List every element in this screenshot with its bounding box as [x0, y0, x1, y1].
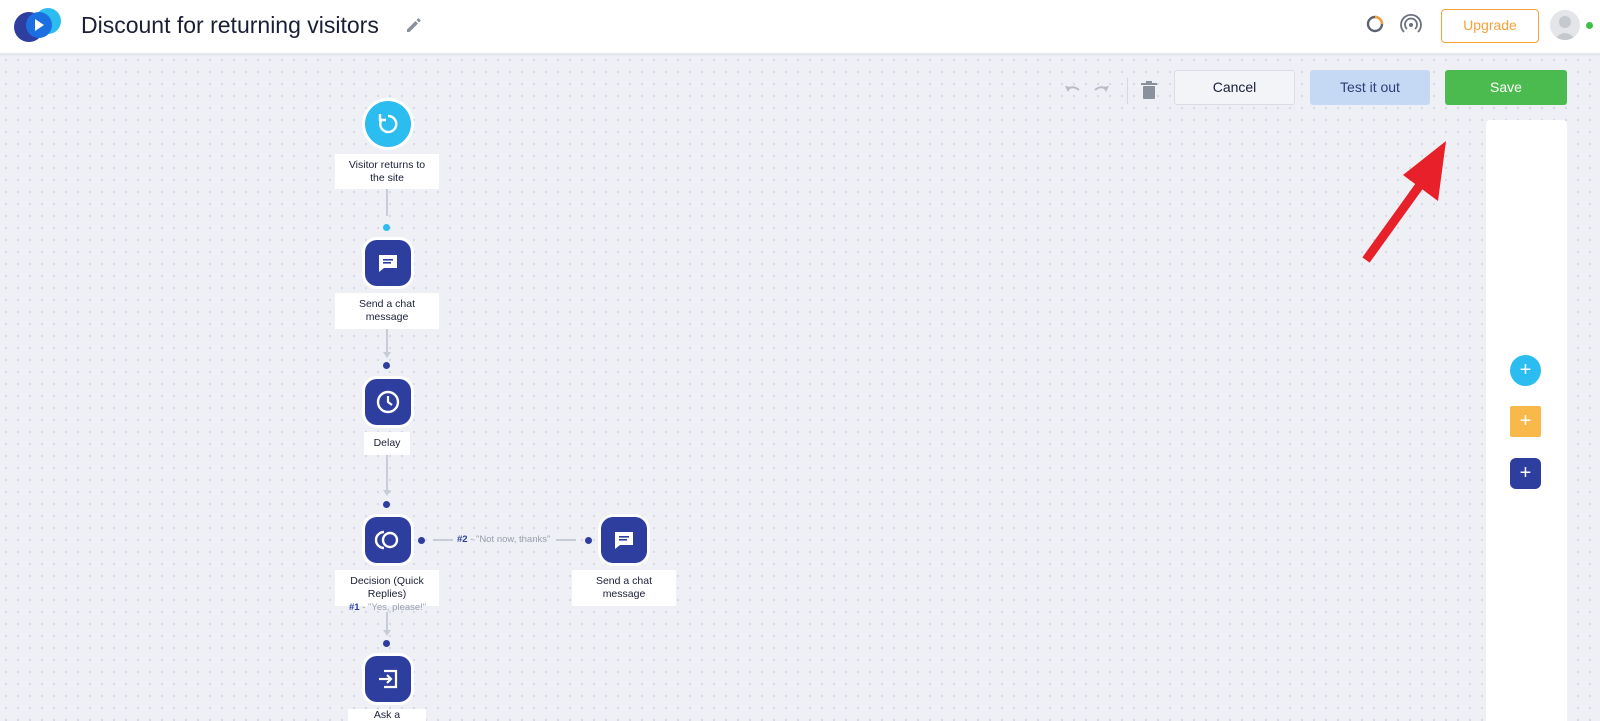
app-logo[interactable] — [12, 5, 66, 45]
add-action-button[interactable]: + — [1510, 458, 1541, 489]
node-label: Delay — [364, 432, 410, 455]
undo-icon[interactable] — [1062, 80, 1084, 102]
chat-icon — [379, 255, 397, 272]
flow-node-chat-branch[interactable] — [601, 517, 647, 563]
flow-node-ask-question[interactable] — [365, 656, 411, 702]
ask-question-icon — [379, 669, 398, 689]
chat-icon — [615, 532, 633, 549]
node-label: Send a chat message — [572, 570, 676, 606]
page-title: Discount for returning visitors — [81, 12, 379, 38]
decision-icon — [374, 530, 399, 550]
test-it-out-button[interactable]: Test it out — [1310, 70, 1430, 105]
connector-dot[interactable] — [383, 501, 390, 508]
clock-icon — [376, 390, 400, 414]
app-header: Discount for returning visitors Upgrade — [0, 0, 1600, 54]
upgrade-button[interactable]: Upgrade — [1441, 9, 1539, 43]
pencil-icon[interactable] — [404, 15, 424, 35]
plus-icon: + — [1519, 359, 1532, 381]
annotation-arrow — [1362, 141, 1446, 263]
loading-ring-icon[interactable] — [1365, 14, 1385, 34]
node-label: Visitor returns to the site — [335, 154, 439, 189]
arrow-head — [383, 630, 391, 636]
connector-dot[interactable] — [383, 640, 390, 647]
save-button[interactable]: Save — [1445, 70, 1567, 105]
connector-dot[interactable] — [383, 224, 390, 231]
refresh-icon — [378, 114, 398, 134]
trash-icon[interactable] — [1138, 79, 1160, 101]
broadcast-icon[interactable] — [1400, 13, 1422, 35]
add-condition-button[interactable]: + — [1510, 406, 1541, 437]
plus-icon: + — [1519, 462, 1532, 484]
connector-line — [386, 455, 388, 494]
plus-icon: + — [1519, 410, 1532, 432]
branch-line — [556, 539, 576, 541]
flow-node-delay[interactable] — [365, 379, 411, 425]
branch-dot[interactable] — [418, 537, 425, 544]
flow-node-chat[interactable] — [365, 240, 411, 286]
cancel-button[interactable]: Cancel — [1174, 70, 1295, 105]
online-status-dot — [1586, 22, 1593, 29]
flow-node-trigger[interactable] — [365, 101, 411, 147]
toolbar-divider — [1127, 78, 1128, 104]
branch-dot[interactable] — [585, 537, 592, 544]
redo-icon[interactable] — [1090, 80, 1112, 102]
arrow-head — [383, 490, 391, 496]
node-label: Decision (Quick Replies) — [335, 570, 439, 606]
node-label: Send a chat message — [335, 293, 439, 329]
connector-dot[interactable] — [383, 362, 390, 369]
connector-line — [386, 189, 388, 216]
add-trigger-button[interactable]: + — [1510, 355, 1541, 386]
branch-line — [433, 539, 453, 541]
flow-node-decision[interactable] — [365, 517, 411, 563]
node-label: Ask a question — [348, 709, 426, 721]
avatar[interactable] — [1550, 10, 1580, 40]
branch-label-2: #2 - "Not now, thanks" — [457, 534, 551, 545]
arrow-head — [383, 352, 391, 358]
